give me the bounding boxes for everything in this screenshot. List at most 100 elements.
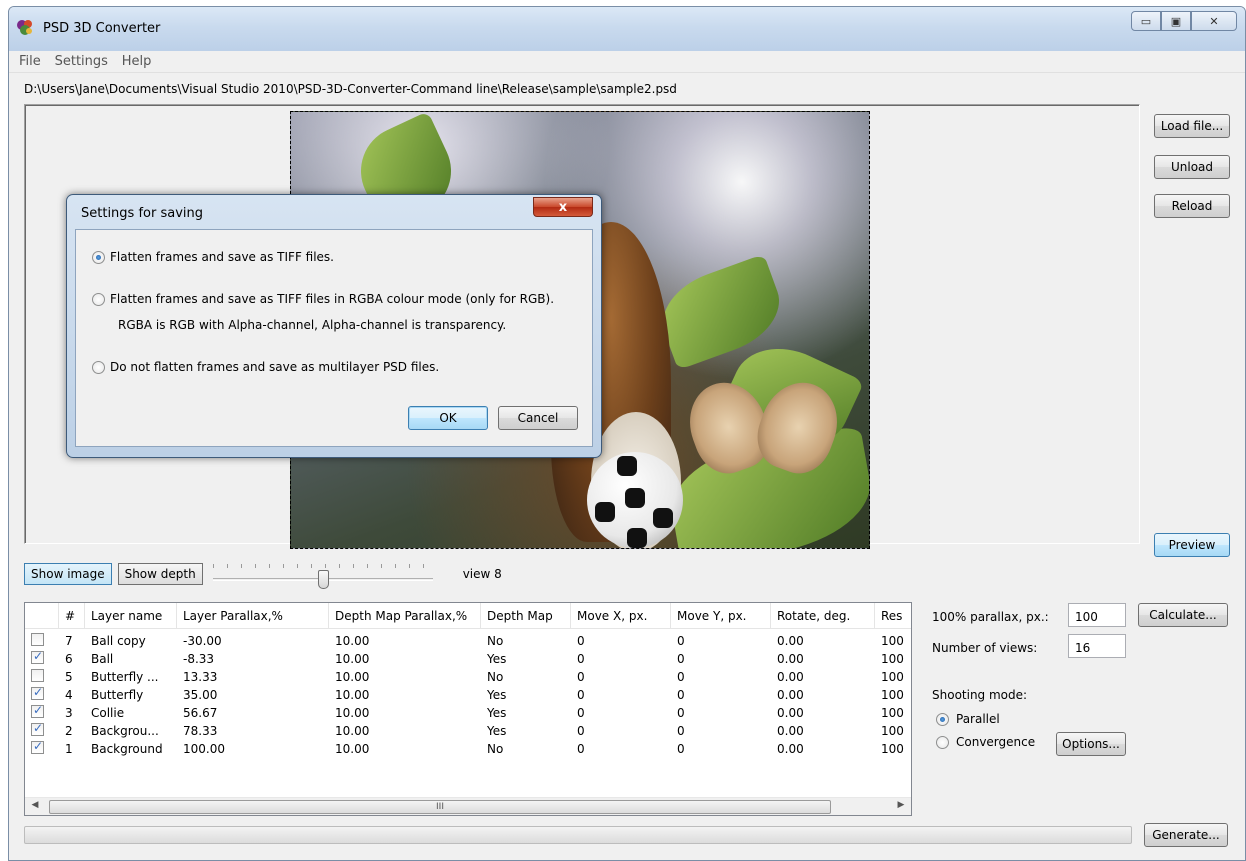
cell-rotate: 0.00	[777, 688, 804, 702]
cell-depth-map: Yes	[487, 706, 507, 720]
cell-res: 100	[881, 670, 904, 684]
parallel-radio[interactable]	[936, 713, 949, 726]
cell-dm-parallax: 10.00	[335, 634, 370, 648]
cell-name: Backgrou...	[91, 724, 159, 738]
table-row[interactable]: 4 Butterfly 35.00 10.00 Yes 0 0 0.00 100	[25, 686, 911, 704]
horizontal-scrollbar[interactable]: ◀ III ▶	[25, 797, 911, 815]
cell-move-x: 0	[577, 688, 585, 702]
dialog-body: Flatten frames and save as TIFF files. F…	[75, 229, 593, 447]
column-header[interactable]	[25, 603, 59, 628]
column-header[interactable]: Depth Map Parallax,%	[329, 603, 481, 628]
cell-move-x: 0	[577, 652, 585, 666]
table-header: # Layer name Layer Parallax,% Depth Map Par…	[25, 603, 911, 629]
column-header[interactable]: Rotate, deg.	[771, 603, 875, 628]
checkbox-cell	[25, 651, 59, 667]
cell-depth-map: Yes	[487, 724, 507, 738]
menu-settings[interactable]: Settings	[51, 51, 114, 69]
convergence-label[interactable]: Convergence	[956, 735, 1035, 749]
layers-table[interactable]: # Layer name Layer Parallax,% Depth Map Par…	[24, 602, 912, 816]
checkbox-cell	[25, 633, 59, 649]
layer-visible-checkbox[interactable]	[31, 669, 44, 682]
view-toolbar: Show image Show depth view 8	[24, 562, 502, 589]
option-flatten-tiff[interactable]: Flatten frames and save as TIFF files.	[92, 250, 334, 264]
cell-depth-map: No	[487, 634, 504, 648]
reload-button[interactable]: Reload	[1154, 194, 1230, 218]
table-row[interactable]: 6 Ball -8.33 10.00 Yes 0 0 0.00 100	[25, 650, 911, 668]
option-multilayer-psd[interactable]: Do not flatten frames and save as multil…	[92, 360, 439, 374]
cell-parallax: 13.33	[183, 670, 218, 684]
butterfly-figure	[677, 371, 850, 483]
slider-ticks	[212, 564, 433, 568]
column-header[interactable]: Layer Parallax,%	[177, 603, 329, 628]
dialog-title: Settings for saving	[81, 206, 203, 221]
views-input[interactable]	[1068, 634, 1126, 658]
table-row[interactable]: 1 Background 100.00 10.00 No 0 0 0.00 100	[25, 740, 911, 758]
show-image-button[interactable]: Show image	[24, 563, 112, 585]
cell-dm-parallax: 10.00	[335, 688, 370, 702]
cancel-button[interactable]: Cancel	[498, 406, 578, 430]
unload-button[interactable]: Unload	[1154, 155, 1230, 179]
cell-res: 100	[881, 634, 904, 648]
show-depth-button[interactable]: Show depth	[117, 563, 203, 585]
progress-bar	[24, 826, 1132, 844]
table-row[interactable]: 5 Butterfly ... 13.33 10.00 No 0 0 0.00 100	[25, 668, 911, 686]
close-window-button[interactable]: ✕	[1191, 11, 1237, 31]
layer-visible-checkbox[interactable]	[31, 633, 44, 646]
scroll-thumb[interactable]: III	[49, 800, 831, 814]
maximize-button[interactable]: ▣	[1161, 11, 1191, 31]
load-file-button[interactable]: Load file...	[1154, 114, 1230, 138]
cell-rotate: 0.00	[777, 652, 804, 666]
menu-help[interactable]: Help	[118, 51, 158, 69]
title-bar[interactable]: PSD 3D Converter ▭ ▣ ✕	[9, 7, 1245, 51]
cell-num: 5	[65, 670, 73, 684]
option-flatten-tiff-rgba[interactable]: Flatten frames and save as TIFF files in…	[92, 292, 554, 306]
cell-move-x: 0	[577, 634, 585, 648]
layer-visible-checkbox[interactable]	[31, 723, 44, 736]
window-title: PSD 3D Converter	[43, 21, 161, 36]
scroll-left-icon[interactable]: ◀	[27, 800, 43, 814]
convergence-radio[interactable]	[936, 736, 949, 749]
generate-button[interactable]: Generate...	[1144, 823, 1228, 847]
table-row[interactable]: 7 Ball copy -30.00 10.00 No 0 0 0.00 100	[25, 632, 911, 650]
column-header[interactable]: Depth Map	[481, 603, 571, 628]
cell-res: 100	[881, 706, 904, 720]
option-flatten-tiff-radio[interactable]	[92, 250, 105, 264]
cell-depth-map: Yes	[487, 688, 507, 702]
dialog-close-button[interactable]: x	[533, 197, 593, 217]
cell-num: 4	[65, 688, 73, 702]
slider-thumb[interactable]	[317, 570, 329, 589]
parallel-label[interactable]: Parallel	[956, 712, 1000, 726]
options-button[interactable]: Options...	[1056, 732, 1126, 756]
menu-file[interactable]: File	[9, 51, 47, 69]
scroll-right-icon[interactable]: ▶	[893, 800, 909, 814]
table-row[interactable]: 2 Backgrou... 78.33 10.00 Yes 0 0 0.00 100	[25, 722, 911, 740]
cell-res: 100	[881, 688, 904, 702]
layer-visible-checkbox[interactable]	[31, 687, 44, 700]
column-header[interactable]: Layer name	[85, 603, 177, 628]
layer-visible-checkbox[interactable]	[31, 651, 44, 664]
column-header[interactable]: #	[59, 603, 85, 628]
ball-patch	[595, 502, 615, 522]
cell-move-y: 0	[677, 706, 685, 720]
ok-button[interactable]: OK	[408, 406, 488, 430]
column-header[interactable]: Move Y, px.	[671, 603, 771, 628]
parallax-input[interactable]	[1068, 603, 1126, 627]
cell-dm-parallax: 10.00	[335, 670, 370, 684]
settings-for-saving-dialog: Settings for saving x Flatten frames and…	[66, 194, 602, 458]
layer-visible-checkbox[interactable]	[31, 705, 44, 718]
cell-num: 2	[65, 724, 73, 738]
checkbox-cell	[25, 669, 59, 685]
cell-move-y: 0	[677, 652, 685, 666]
checkbox-cell	[25, 741, 59, 757]
column-header[interactable]: Res	[875, 603, 911, 628]
table-row[interactable]: 3 Collie 56.67 10.00 Yes 0 0 0.00 100	[25, 704, 911, 722]
option-multilayer-psd-radio[interactable]	[92, 360, 105, 374]
column-header[interactable]: Move X, px.	[571, 603, 671, 628]
layer-visible-checkbox[interactable]	[31, 741, 44, 754]
view-slider[interactable]	[212, 562, 433, 589]
calculate-button[interactable]: Calculate...	[1138, 603, 1228, 627]
cell-parallax: 100.00	[183, 742, 225, 756]
preview-button[interactable]: Preview	[1154, 533, 1230, 557]
option-flatten-tiff-rgba-radio[interactable]	[92, 292, 105, 306]
minimize-button[interactable]: ▭	[1131, 11, 1161, 31]
